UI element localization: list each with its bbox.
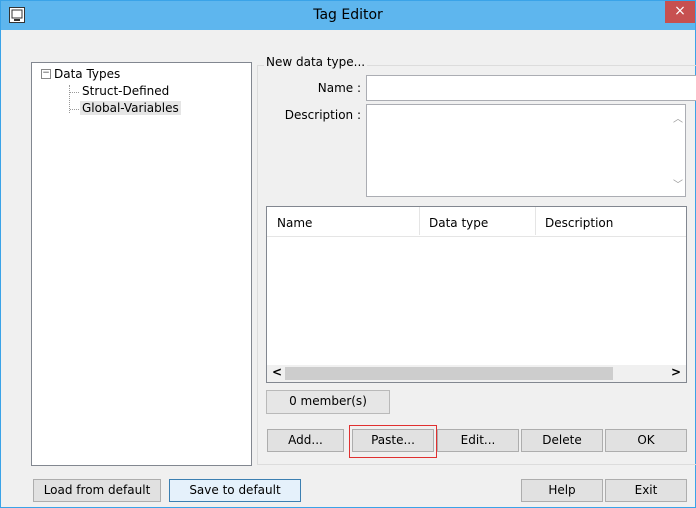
column-header-name[interactable]: Name	[277, 216, 312, 230]
help-button[interactable]: Help	[521, 479, 603, 502]
scroll-right-icon[interactable]: >	[671, 365, 681, 379]
scroll-up-icon[interactable]: ︿	[673, 110, 683, 125]
window-title: Tag Editor	[313, 7, 383, 23]
close-button[interactable]: ×	[665, 1, 695, 23]
collapse-icon[interactable]: −	[41, 69, 51, 79]
group-label: New data type...	[264, 55, 368, 69]
column-divider[interactable]	[535, 207, 536, 235]
add-button[interactable]: Add...	[267, 429, 344, 452]
tree-node-global-variables[interactable]: Global-Variables	[70, 101, 181, 115]
scroll-thumb[interactable]	[285, 367, 613, 380]
scroll-down-icon[interactable]: ﹀	[673, 176, 683, 191]
data-types-tree[interactable]: − Data Types Struct-Defined Global-Varia…	[31, 62, 252, 466]
save-to-default-button[interactable]: Save to default	[169, 479, 301, 502]
edit-button[interactable]: Edit...	[437, 429, 519, 452]
tree-node-label: Data Types	[54, 67, 121, 81]
column-header-data-type[interactable]: Data type	[429, 216, 488, 230]
description-textarea[interactable]: ︿ ﹀	[366, 104, 686, 197]
name-input[interactable]	[366, 75, 696, 101]
ok-button[interactable]: OK	[605, 429, 687, 452]
tag-editor-window: Tag Editor × − Data Types Struct-Defined…	[0, 0, 696, 508]
tree-node-data-types[interactable]: − Data Types	[41, 67, 120, 81]
members-horizontal-scrollbar[interactable]: < >	[267, 365, 686, 382]
members-table-header: Name Data type Description	[267, 207, 686, 237]
tree-node-struct-defined[interactable]: Struct-Defined	[69, 84, 171, 98]
scroll-left-icon[interactable]: <	[272, 365, 282, 379]
load-from-default-button[interactable]: Load from default	[33, 479, 161, 502]
delete-button[interactable]: Delete	[521, 429, 603, 452]
exit-button[interactable]: Exit	[605, 479, 687, 502]
member-count-status: 0 member(s)	[266, 390, 390, 414]
column-divider[interactable]	[419, 207, 420, 235]
description-label: Description :	[284, 108, 361, 122]
column-header-description[interactable]: Description	[545, 216, 613, 230]
description-scrollbar[interactable]: ︿ ﹀	[668, 105, 685, 196]
members-table[interactable]: Name Data type Description < >	[266, 206, 687, 383]
title-bar[interactable]: Tag Editor ×	[1, 1, 695, 30]
name-label: Name :	[317, 81, 361, 95]
paste-highlight-box	[349, 425, 437, 458]
